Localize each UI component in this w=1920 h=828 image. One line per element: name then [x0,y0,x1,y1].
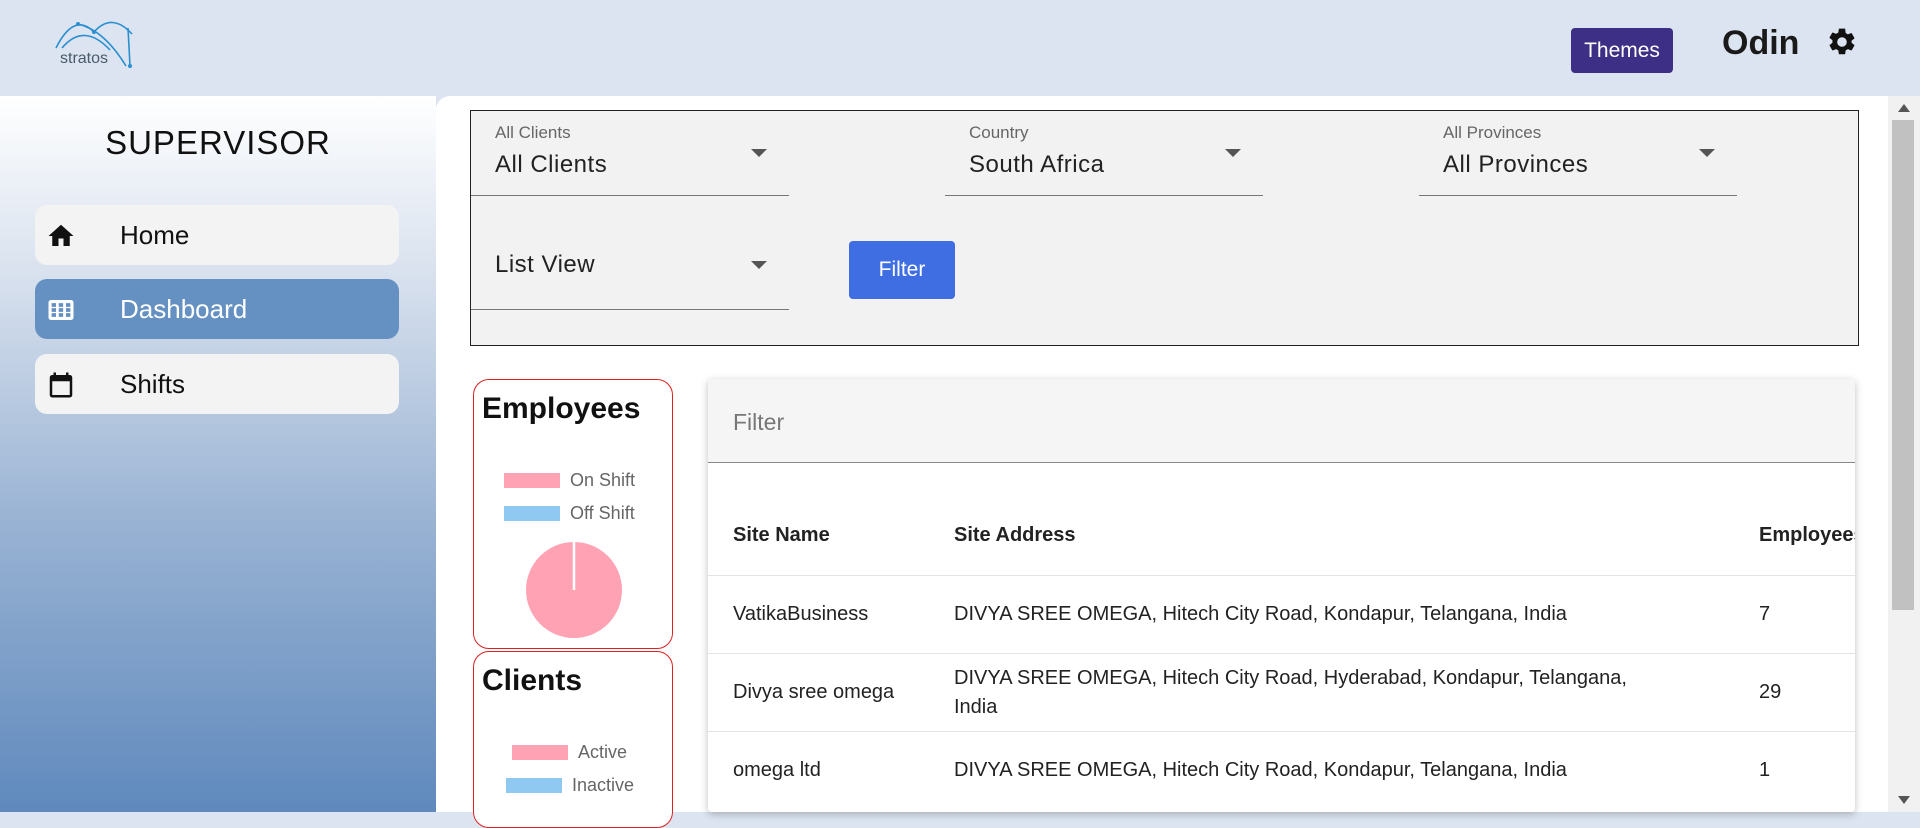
table-row[interactable]: Divya sree omega DIVYA SREE OMEGA, Hitec… [708,653,1855,732]
country-select[interactable]: Country South Africa [945,111,1263,196]
table-filter-input[interactable]: Filter [708,379,1855,463]
site-name-cell: omega ltd [733,759,821,781]
client-select[interactable]: All Clients All Clients [471,111,789,196]
role-title: SUPERVISOR [105,124,331,161]
sidebar-item-label: Dashboard [120,293,248,324]
sidebar: SUPERVISOR Home Dashboard Shifts [0,96,436,812]
logo-text: stratos [60,50,109,67]
site-address-cell: DIVYA SREE OMEGA, Hitech City Road, Hyde… [954,667,1627,718]
legend-swatch [504,506,560,521]
clients-card: Clients Active Inactive [473,651,673,828]
view-select[interactable]: List View [471,229,789,310]
site-name-cell: VatikaBusiness [733,603,869,625]
sites-table: Filter Site Name Site Address Employees … [708,379,1855,812]
gear-icon[interactable] [1826,26,1858,58]
chevron-down-icon [751,149,767,157]
legend-on-shift[interactable]: On Shift [504,470,635,491]
country-select-label: Country [969,123,1029,142]
filter-button[interactable]: Filter [849,241,955,299]
province-select-label: All Provinces [1443,123,1542,142]
stratos-logo[interactable]: stratos [54,18,138,74]
user-name: Odin [1722,24,1800,62]
page-scrollbar[interactable] [1888,96,1920,812]
employees-pie-chart[interactable] [524,540,624,640]
legend-inactive[interactable]: Inactive [506,775,634,796]
column-header-employees[interactable]: Employees [1759,524,1855,547]
employees-cell: 1 [1759,759,1771,781]
clients-card-title: Clients [482,664,583,697]
calendar-icon [49,372,73,398]
scroll-up-arrow-icon[interactable] [1898,104,1910,112]
scroll-down-arrow-icon[interactable] [1898,796,1910,804]
sidebar-item-label: Shifts [120,368,186,399]
client-select-label: All Clients [495,123,571,142]
filter-panel: All Clients All Clients Country South Af… [470,110,1859,346]
province-select-value: All Provinces [1443,151,1589,178]
table-row[interactable]: VatikaBusiness DIVYA SREE OMEGA, Hitech … [708,575,1855,654]
employees-cell: 7 [1759,603,1771,625]
home-icon [48,224,74,246]
province-select[interactable]: All Provinces All Provinces [1419,111,1737,196]
column-header-site-address[interactable]: Site Address [954,524,1076,547]
country-select-value: South Africa [969,151,1105,178]
column-header-site-name[interactable]: Site Name [733,524,830,547]
main-panel: All Clients All Clients Country South Af… [436,96,1920,828]
chevron-down-icon [1699,149,1715,157]
sidebar-item-shifts[interactable]: Shifts [35,354,399,414]
themes-button[interactable]: Themes [1571,28,1673,73]
site-name-cell: Divya sree omega [733,681,895,703]
legend-label: Off Shift [570,503,635,523]
sidebar-item-label: Home [120,219,190,250]
legend-off-shift[interactable]: Off Shift [504,503,635,524]
legend-swatch [506,778,562,793]
legend-active[interactable]: Active [512,742,627,763]
sidebar-item-home[interactable]: Home [35,205,399,265]
chevron-down-icon [1225,149,1241,157]
grid-icon [48,300,74,320]
employees-card: Employees On Shift Off Shift [473,379,673,649]
top-bar: stratos Themes Odin [0,0,1920,96]
legend-label: Inactive [572,775,635,795]
table-row[interactable]: omega ltd DIVYA SREE OMEGA, Hitech City … [708,731,1855,810]
legend-swatch [512,745,568,760]
view-select-value: List View [495,251,596,278]
sidebar-item-dashboard[interactable]: Dashboard [35,279,399,339]
site-address-cell: DIVYA SREE OMEGA, Hitech City Road, Kond… [954,603,1567,625]
employees-cell: 29 [1759,681,1782,703]
client-select-value: All Clients [495,151,608,178]
chevron-down-icon [751,261,767,269]
employees-card-title: Employees [482,392,641,425]
legend-swatch [504,473,560,488]
legend-label: Active [578,742,628,762]
legend-label: On Shift [570,470,636,490]
site-address-cell: DIVYA SREE OMEGA, Hitech City Road, Kond… [954,759,1567,781]
table-filter-placeholder: Filter [733,409,785,435]
scrollbar-thumb[interactable] [1892,120,1914,610]
